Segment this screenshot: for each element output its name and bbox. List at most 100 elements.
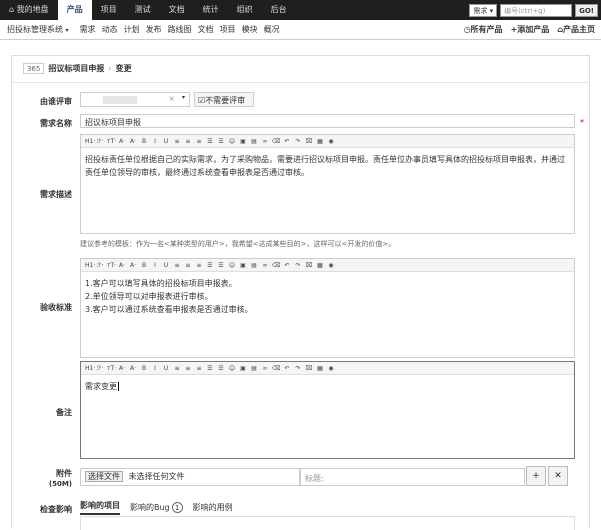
toolbar-button-13[interactable]: ☺: [228, 138, 236, 145]
add-attachment-button[interactable]: +: [526, 466, 546, 486]
acceptance-editor[interactable]: H1· ℱ· тT· A· A· B I U ≡ ≡ ≡ ☰ ☰ ☺ ▣ ▤ ∞ ⌫ ↶ ↷ ⌧ ▦ ◉ 1.客户可以填写具…: [80, 258, 575, 358]
toolbar-button-16[interactable]: ∞: [261, 138, 269, 145]
toolbar-button-16[interactable]: ∞: [261, 262, 269, 269]
toolbar-button-6[interactable]: I: [151, 262, 159, 269]
toolbar-button-0[interactable]: H1·: [85, 365, 95, 372]
clear-icon[interactable]: ×: [168, 94, 175, 103]
search-input[interactable]: 编号(ctrl+g): [500, 3, 573, 17]
sub-nav-item-1[interactable]: 动态: [99, 24, 121, 35]
toolbar-button-1[interactable]: ℱ·: [96, 138, 104, 145]
toolbar-button-4[interactable]: A·: [129, 262, 137, 269]
tab-impacted-cases[interactable]: 影响的用例: [193, 502, 233, 513]
toolbar-button-6[interactable]: I: [151, 138, 159, 145]
tab-impacted-bugs[interactable]: 影响的Bug 1: [130, 502, 183, 513]
toolbar-button-22[interactable]: ◉: [327, 138, 335, 145]
toolbar-button-15[interactable]: ▤: [250, 262, 258, 269]
toolbar-button-15[interactable]: ▤: [250, 138, 258, 145]
sub-nav-item-2[interactable]: 计划: [121, 24, 143, 35]
toolbar-button-19[interactable]: ↷: [294, 138, 302, 145]
search-type-select[interactable]: 需求 ▾: [469, 3, 498, 17]
toolbar-button-1[interactable]: ℱ·: [96, 365, 104, 372]
toolbar-button-20[interactable]: ⌧: [305, 365, 313, 372]
go-button[interactable]: GO!: [575, 3, 598, 17]
toolbar-button-8[interactable]: ≡: [173, 365, 181, 372]
toolbar-button-0[interactable]: H1·: [85, 262, 95, 269]
sub-nav-item-8[interactable]: 概况: [261, 24, 283, 35]
toolbar-button-5[interactable]: B: [140, 365, 148, 372]
sub-nav-item-0[interactable]: 需求: [77, 24, 99, 35]
toolbar-button-4[interactable]: A·: [129, 365, 137, 372]
toolbar-button-21[interactable]: ▦: [316, 138, 324, 145]
toolbar-button-9[interactable]: ≡: [184, 138, 192, 145]
attachment-title-input[interactable]: 标题:: [300, 468, 525, 486]
acceptance-content[interactable]: 1.客户可以填写具体的招投标项目申报表。 2.单位领导可以对申报表进行审核。 3.客…: [81, 272, 574, 321]
product-home-link[interactable]: ⌂产品主页: [557, 24, 595, 35]
toolbar-button-3[interactable]: A·: [118, 262, 126, 269]
remove-attachment-button[interactable]: ✕: [548, 466, 568, 486]
no-review-toggle[interactable]: ☑不需要评审: [194, 92, 254, 107]
top-tab-7[interactable]: 后台: [262, 0, 296, 20]
choose-file-button[interactable]: 选择文件: [85, 471, 123, 482]
note-content[interactable]: 需求变更: [81, 375, 574, 398]
toolbar-button-18[interactable]: ↶: [283, 138, 291, 145]
toolbar-button-22[interactable]: ◉: [327, 365, 335, 372]
toolbar-button-10[interactable]: ≡: [195, 138, 203, 145]
toolbar-button-18[interactable]: ↶: [283, 365, 291, 372]
description-content[interactable]: 招投标责任单位根据自己的实际需求，为了采购物品，需要进行招议标项目申报。责任单位…: [81, 148, 574, 184]
top-tab-1[interactable]: 产品: [57, 0, 92, 20]
toolbar-button-17[interactable]: ⌫: [272, 365, 280, 372]
toolbar-button-13[interactable]: ☺: [228, 262, 236, 269]
toolbar-button-7[interactable]: U: [162, 262, 170, 269]
toolbar-button-11[interactable]: ☰: [206, 365, 214, 372]
sub-nav-item-3[interactable]: 发布: [143, 24, 165, 35]
top-tab-2[interactable]: 项目: [92, 0, 126, 20]
tab-impacted-projects[interactable]: 影响的项目: [80, 500, 120, 515]
note-editor[interactable]: H1· ℱ· тT· A· A· B I U ≡ ≡ ≡ ☰ ☰ ☺ ▣ ▤ ∞ ⌫ ↶ ↷ ⌧ ▦ ◉ 需求变更: [80, 361, 575, 459]
top-tab-4[interactable]: 文档: [160, 0, 194, 20]
toolbar-button-7[interactable]: U: [162, 365, 170, 372]
toolbar-button-5[interactable]: B: [140, 262, 148, 269]
file-input[interactable]: 选择文件 未选择任何文件: [80, 468, 300, 486]
toolbar-button-9[interactable]: ≡: [184, 365, 192, 372]
story-title-link[interactable]: 招议标项目申报: [48, 63, 104, 74]
story-name-input[interactable]: 招议标项目申报: [80, 114, 575, 128]
sub-nav-item-4[interactable]: 路线图: [165, 24, 195, 35]
toolbar-button-2[interactable]: тT·: [107, 138, 116, 145]
toolbar-button-8[interactable]: ≡: [173, 262, 181, 269]
toolbar-button-10[interactable]: ≡: [195, 365, 203, 372]
description-editor[interactable]: H1· ℱ· тT· A· A· B I U ≡ ≡ ≡ ☰ ☰ ☺ ▣ ▤ ∞ ⌫ ↶ ↷ ⌧ ▦ ◉ 招投标责任单位根据…: [80, 134, 575, 234]
top-tab-3[interactable]: 测试: [126, 0, 160, 20]
toolbar-button-10[interactable]: ≡: [195, 262, 203, 269]
toolbar-button-21[interactable]: ▦: [316, 262, 324, 269]
toolbar-button-2[interactable]: тT·: [107, 365, 116, 372]
toolbar-button-7[interactable]: U: [162, 138, 170, 145]
toolbar-button-8[interactable]: ≡: [173, 138, 181, 145]
all-products-link[interactable]: ◷所有产品: [464, 24, 503, 35]
toolbar-button-20[interactable]: ⌧: [305, 138, 313, 145]
toolbar-button-9[interactable]: ≡: [184, 262, 192, 269]
sub-nav-item-5[interactable]: 文档: [195, 24, 217, 35]
toolbar-button-5[interactable]: B: [140, 138, 148, 145]
add-product-link[interactable]: +添加产品: [511, 24, 550, 35]
top-tab-0[interactable]: ⌂ 我的地盘: [0, 0, 58, 20]
toolbar-button-19[interactable]: ↷: [294, 262, 302, 269]
toolbar-button-20[interactable]: ⌧: [305, 262, 313, 269]
toolbar-button-3[interactable]: A·: [118, 365, 126, 372]
toolbar-button-22[interactable]: ◉: [327, 262, 335, 269]
toolbar-button-11[interactable]: ☰: [206, 262, 214, 269]
toolbar-button-6[interactable]: I: [151, 365, 159, 372]
toolbar-button-17[interactable]: ⌫: [272, 138, 280, 145]
toolbar-button-12[interactable]: ☰: [217, 138, 225, 145]
product-switcher[interactable]: 招投标管理系统 ▾: [4, 24, 77, 35]
toolbar-button-12[interactable]: ☰: [217, 365, 225, 372]
toolbar-button-1[interactable]: ℱ·: [96, 262, 104, 269]
top-tab-5[interactable]: 统计: [194, 0, 228, 20]
toolbar-button-14[interactable]: ▣: [239, 138, 247, 145]
toolbar-button-4[interactable]: A·: [129, 138, 137, 145]
toolbar-button-11[interactable]: ☰: [206, 138, 214, 145]
sub-nav-item-6[interactable]: 项目: [217, 24, 239, 35]
toolbar-button-17[interactable]: ⌫: [272, 262, 280, 269]
top-tab-6[interactable]: 组织: [228, 0, 262, 20]
reviewer-select[interactable]: × ▾: [80, 92, 190, 107]
toolbar-button-14[interactable]: ▣: [239, 365, 247, 372]
